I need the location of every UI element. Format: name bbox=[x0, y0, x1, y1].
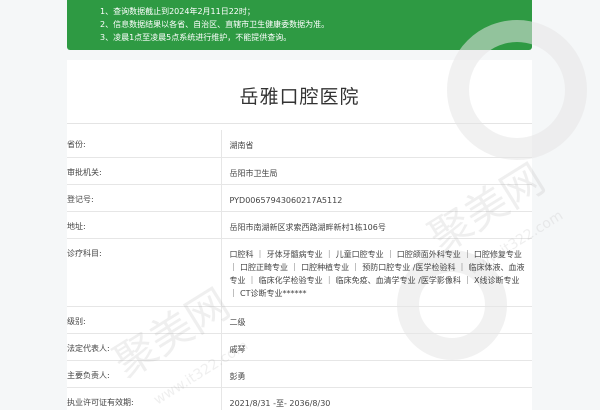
hospital-info-card: 岳雅口腔医院 省份: 湖南省 审批机关: 岳阳市卫生局 登记号: PYD0065… bbox=[67, 20, 587, 410]
row-label: 地址: bbox=[67, 211, 221, 239]
notice-banner: 1、查询数据截止到2024年2月11日22时； 2、信息数据结果以各省、自治区、… bbox=[67, 0, 532, 50]
title-divider bbox=[67, 123, 532, 124]
table-row: 执业许可证有效期: 2021/8/31 -至- 2036/8/30 bbox=[67, 387, 532, 410]
table-row: 主要负责人: 彭勇 bbox=[67, 360, 532, 388]
table-row: 法定代表人: 戚琴 bbox=[67, 333, 532, 361]
table-row: 省份: 湖南省 bbox=[67, 130, 532, 158]
row-value: 二级 bbox=[220, 306, 532, 334]
table-row: 审批机关: 岳阳市卫生局 bbox=[67, 157, 532, 185]
row-value: 彭勇 bbox=[220, 360, 532, 388]
row-value: 口腔科 ｜ 牙体牙髓病专业 ｜ 儿童口腔专业 ｜ 口腔颌面外科专业 ｜ 口腔修复… bbox=[220, 238, 532, 307]
row-label: 审批机关: bbox=[67, 157, 221, 185]
hospital-name: 岳雅口腔医院 bbox=[239, 86, 360, 108]
table-row: 地址: 岳阳市南湖新区求索西路湖畔新村1栋106号 bbox=[67, 211, 532, 239]
row-value: 岳阳市卫生局 bbox=[220, 157, 532, 185]
notice-line-3: 3、凌晨1点至凌晨5点系统进行维护，不能提供查询。 bbox=[100, 33, 292, 42]
row-value: PYD00657943060217A5112 bbox=[220, 184, 532, 212]
row-label: 级别: bbox=[67, 306, 221, 334]
row-label: 执业许可证有效期: bbox=[67, 387, 221, 410]
row-label: 主要负责人: bbox=[67, 360, 221, 388]
table-row: 诊疗科目: 口腔科 ｜ 牙体牙髓病专业 ｜ 儿童口腔专业 ｜ 口腔颌面外科专业 … bbox=[67, 238, 532, 307]
notice-line-1: 1、查询数据截止到2024年2月11日22时； bbox=[100, 7, 255, 16]
row-label: 法定代表人: bbox=[67, 333, 221, 361]
table-row: 登记号: PYD00657943060217A5112 bbox=[67, 184, 532, 212]
row-value: 湖南省 bbox=[220, 130, 532, 158]
row-value: 岳阳市南湖新区求索西路湖畔新村1栋106号 bbox=[220, 211, 532, 239]
row-label: 省份: bbox=[67, 130, 221, 158]
info-table: 省份: 湖南省 审批机关: 岳阳市卫生局 登记号: PYD00657943060… bbox=[67, 130, 532, 410]
table-row: 级别: 二级 bbox=[67, 306, 532, 334]
row-value: 戚琴 bbox=[220, 333, 532, 361]
row-label: 登记号: bbox=[67, 184, 221, 212]
notice-line-2: 2、信息数据结果以各省、自治区、直辖市卫生健康委数据为准。 bbox=[100, 20, 330, 29]
row-value: 2021/8/31 -至- 2036/8/30 bbox=[220, 387, 532, 410]
row-label: 诊疗科目: bbox=[67, 238, 221, 307]
